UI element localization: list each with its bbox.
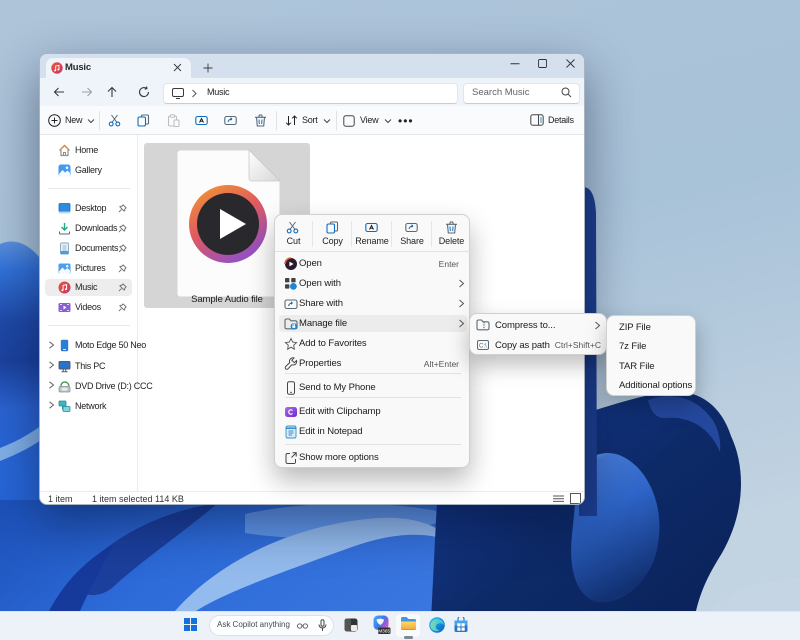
svg-text:M365: M365: [378, 629, 390, 635]
